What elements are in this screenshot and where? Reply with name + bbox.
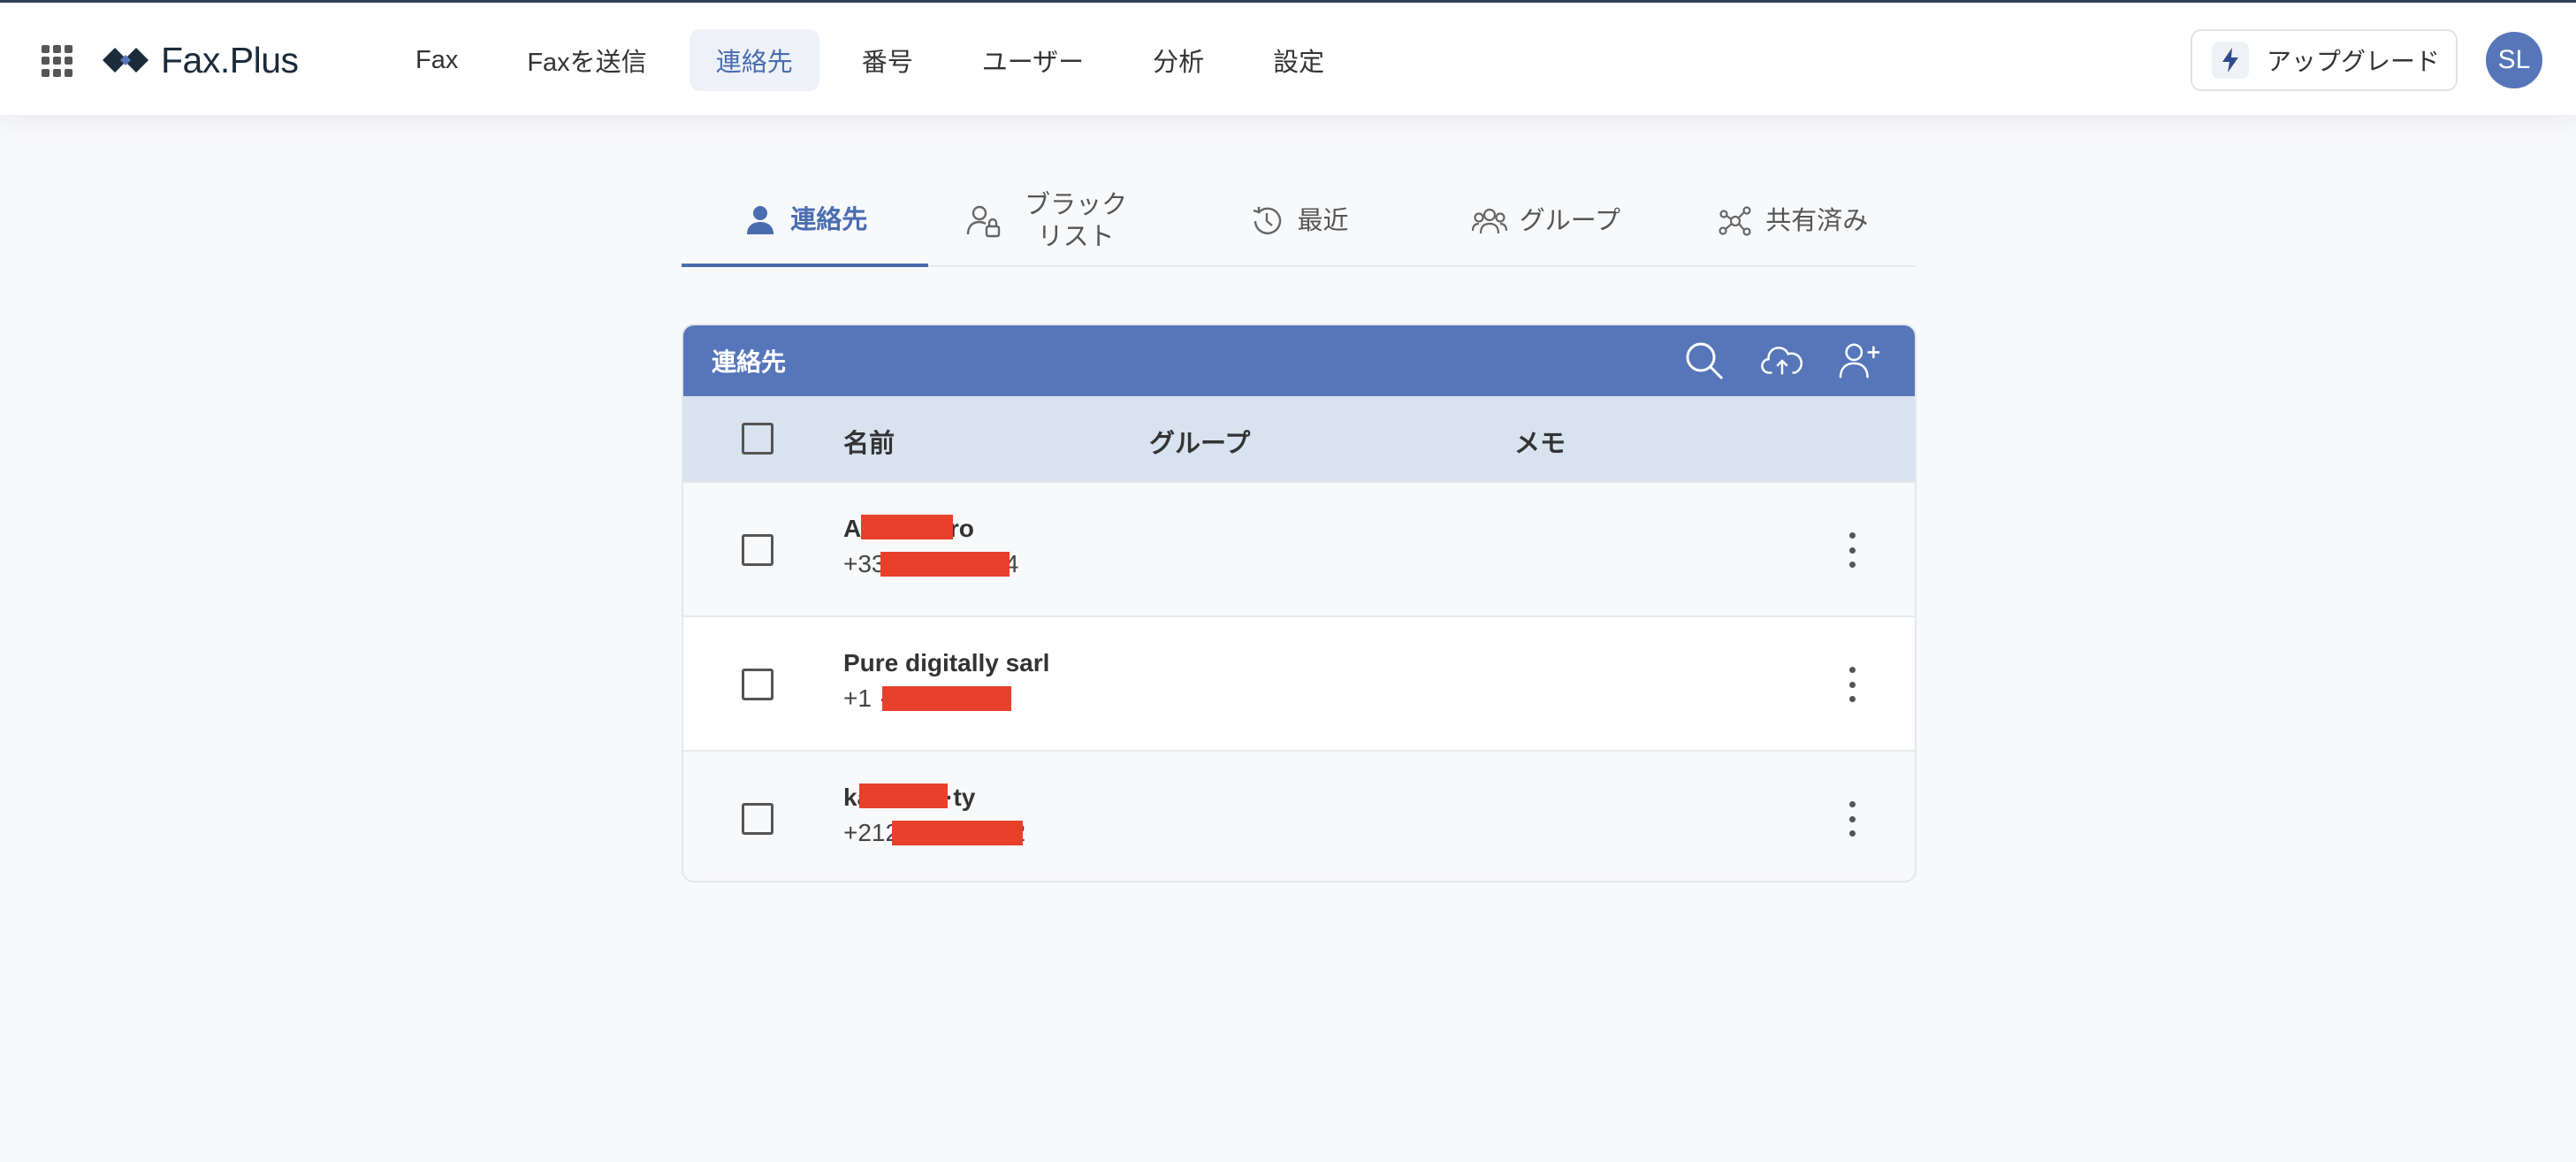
grid-icon[interactable] [42, 45, 73, 77]
col-memo: メモ [1514, 430, 1566, 458]
col-name: 名前 [843, 430, 896, 458]
top-bar: Fax.Plus Fax Faxを送信 連絡先 番号 ユーザー 分析 設定 アッ… [0, 3, 2576, 115]
contacts-card: 連絡先 名前 グループ メモ +33 Pure digitally sarl +… [682, 324, 1917, 883]
table-row[interactable]: Pure digitally sarl +1 ············49 [683, 615, 1915, 750]
person-lock-icon [966, 205, 1001, 238]
main-nav: Fax Faxを送信 連絡先 番号 ユーザー 分析 設定 [389, 29, 1367, 91]
card-title: 連絡先 [712, 348, 787, 376]
more-options-icon[interactable] [1843, 532, 1861, 568]
nav-fax[interactable]: Fax [389, 29, 484, 91]
more-options-icon[interactable] [1843, 667, 1861, 702]
brand-name: Fax.Plus [161, 39, 299, 80]
redaction-bar [880, 552, 1010, 577]
tab-contacts[interactable]: 連絡先 [682, 177, 929, 267]
tab-blacklist[interactable]: ブラックリスト [928, 177, 1175, 265]
add-contact-icon[interactable] [1839, 340, 1881, 382]
table-header: 名前 グループ メモ [683, 396, 1915, 481]
nav-settings[interactable]: 設定 [1246, 29, 1351, 91]
logo[interactable]: Fax.Plus [101, 36, 299, 84]
bolt-icon [2212, 42, 2249, 79]
tab-recent[interactable]: 最近 [1176, 177, 1422, 265]
tab-groups[interactable]: グループ [1422, 177, 1669, 265]
nav-analytics[interactable]: 分析 [1126, 29, 1231, 91]
history-icon [1254, 207, 1282, 234]
card-header: 連絡先 [683, 325, 1915, 396]
logo-mark-icon [103, 48, 149, 73]
tab-shared[interactable]: 共有済み [1670, 177, 1917, 265]
col-group: グループ [1149, 430, 1251, 458]
nav-send-fax[interactable]: Faxを送信 [500, 29, 673, 91]
nav-numbers[interactable]: 番号 [835, 29, 940, 91]
contact-name: Pure digitally sarl [843, 649, 1050, 677]
row-checkbox[interactable] [742, 803, 774, 835]
upgrade-label: アップグレード [2267, 48, 2441, 75]
contact-tabs: 連絡先 ブラックリスト 最近 グループ 共有済み [682, 177, 1917, 267]
tab-label: 連絡先 [790, 206, 868, 234]
redaction-bar [892, 821, 1023, 845]
cloud-upload-icon[interactable] [1761, 340, 1803, 382]
table-row[interactable]: ka··········ty +212············72 [683, 750, 1915, 881]
tab-label: 最近 [1297, 207, 1349, 235]
nav-users[interactable]: ユーザー [956, 29, 1110, 91]
select-all-checkbox[interactable] [742, 423, 774, 455]
nav-contacts[interactable]: 連絡先 [689, 29, 819, 91]
avatar[interactable]: SL [2486, 32, 2542, 88]
redaction-bar [861, 515, 953, 539]
tab-label: 共有済み [1765, 207, 1869, 235]
upgrade-button[interactable]: アップグレード [2191, 29, 2458, 91]
group-icon [1471, 208, 1507, 234]
share-icon [1719, 206, 1751, 236]
table-row[interactable]: Adam Pero +33 ············34 [683, 481, 1915, 615]
tab-label: ブラックリスト [1025, 191, 1128, 251]
tab-label: グループ [1519, 207, 1620, 235]
card-actions [1648, 340, 1881, 382]
redaction-bar [859, 784, 948, 808]
row-checkbox[interactable] [742, 534, 774, 566]
redaction-bar [882, 686, 1011, 711]
row-checkbox[interactable] [742, 669, 774, 700]
search-icon[interactable] [1683, 340, 1726, 382]
person-icon [747, 206, 774, 234]
more-options-icon[interactable] [1843, 801, 1861, 837]
